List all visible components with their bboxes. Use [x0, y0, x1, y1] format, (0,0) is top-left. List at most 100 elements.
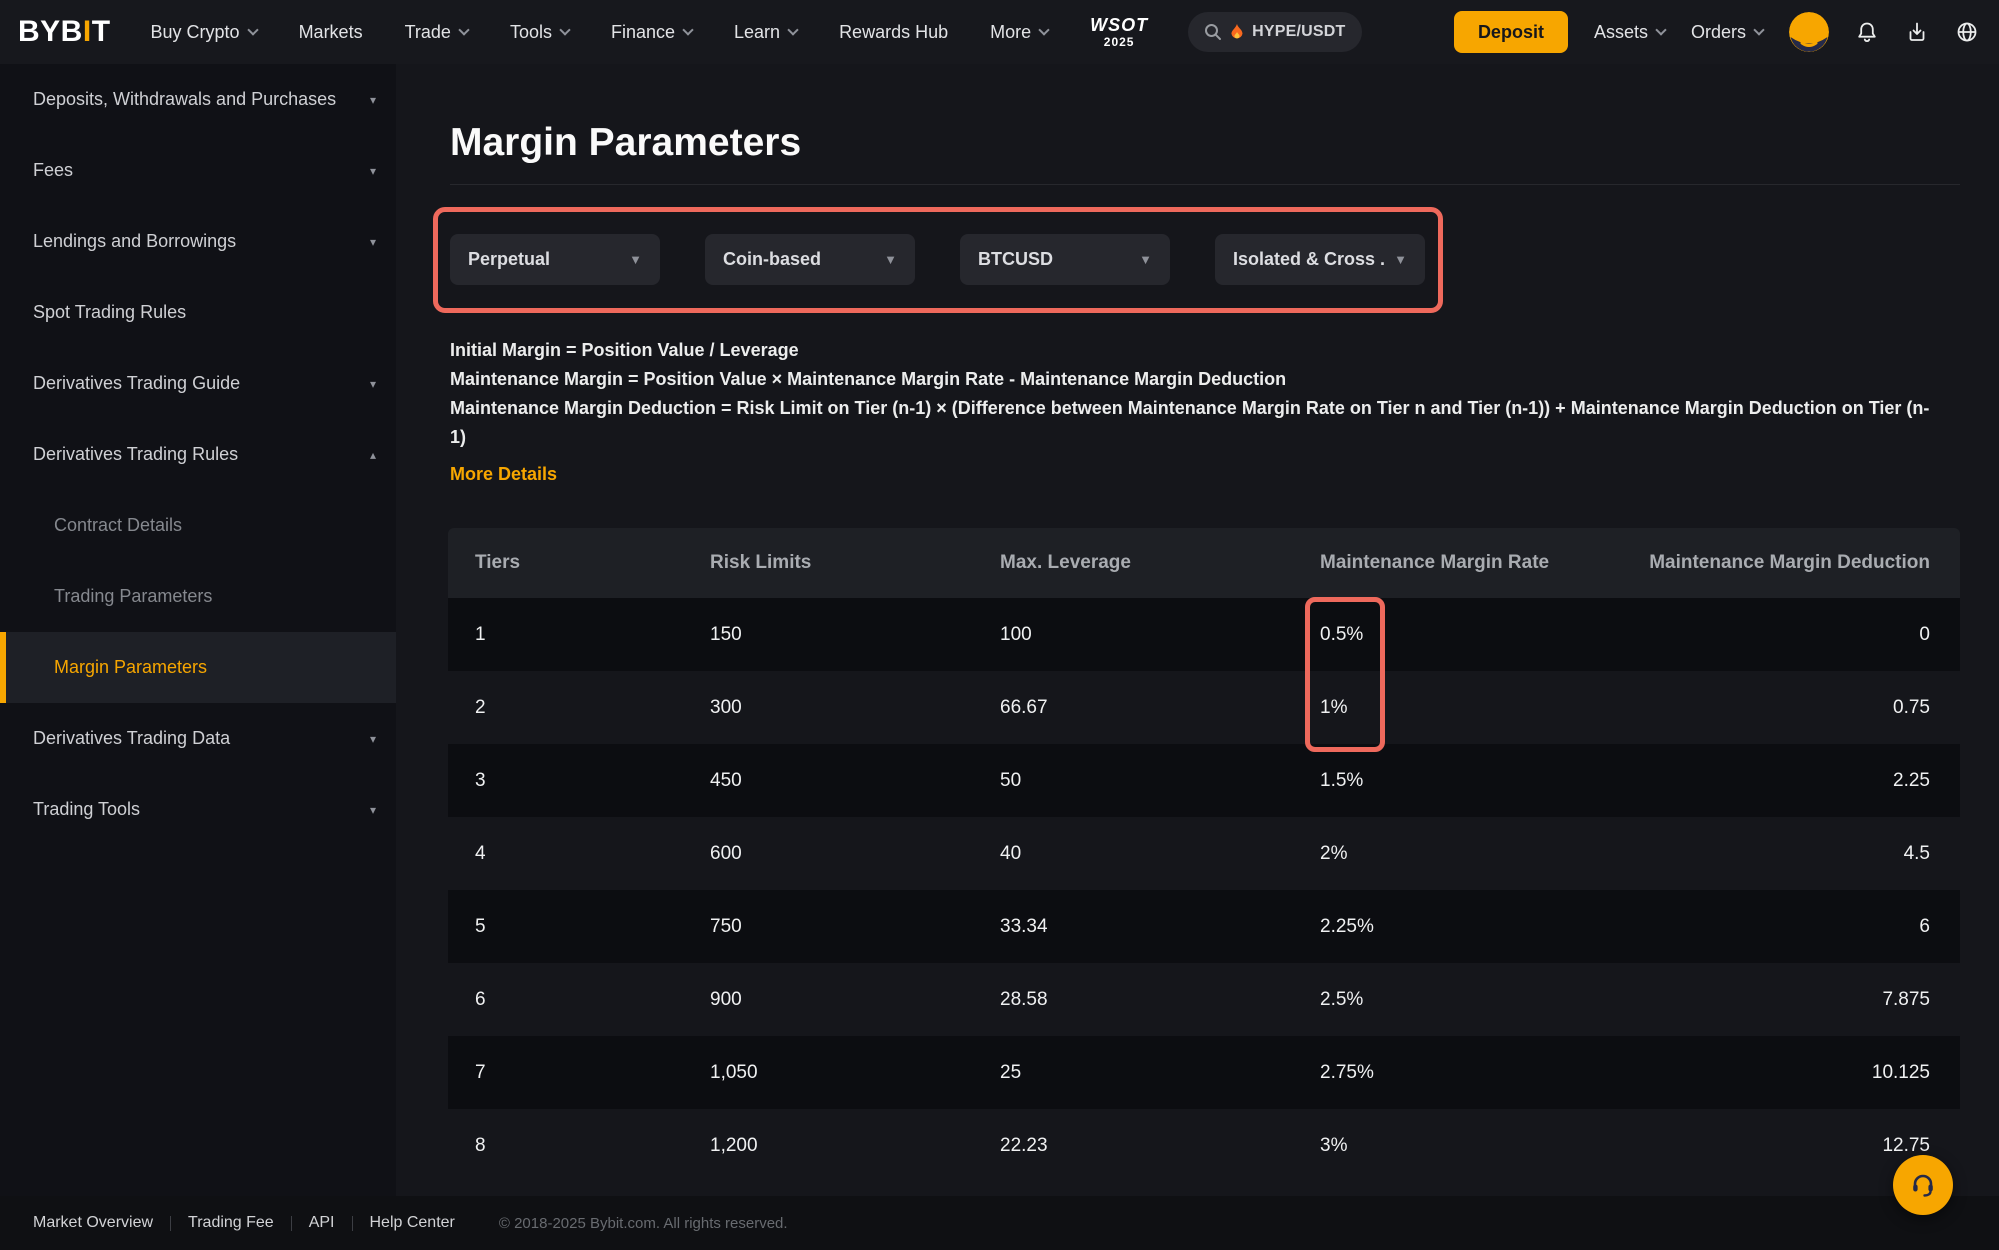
- cell-max-leverage: 33.34: [1000, 916, 1048, 938]
- cell-tier: 4: [475, 843, 486, 865]
- globe-icon: [1955, 20, 1979, 44]
- dropdown-settlement-type[interactable]: Coin-based ▼: [705, 234, 915, 285]
- table-row: 8 1,200 22.23 3% 12.75: [448, 1109, 1960, 1182]
- table-row: 2 300 66.67 1% 0.75: [448, 671, 1960, 744]
- formula-maintenance-margin: Maintenance Margin = Position Value × Ma…: [450, 365, 1929, 394]
- nav-item-rewards-hub[interactable]: Rewards Hub: [839, 22, 948, 43]
- formula-maintenance-margin-deduction: Maintenance Margin Deduction = Risk Limi…: [450, 394, 1929, 423]
- cell-risk-limit: 450: [710, 770, 742, 792]
- bybit-logo[interactable]: BYBIT: [18, 15, 111, 49]
- cell-mm-rate: 0.5%: [1320, 624, 1363, 646]
- cell-tier: 1: [475, 624, 486, 646]
- footer-divider: [352, 1216, 353, 1231]
- footer-link-api[interactable]: API: [309, 1214, 335, 1232]
- notifications-button[interactable]: [1855, 20, 1879, 44]
- dropdown-contract-symbol[interactable]: BTCUSD ▼: [960, 234, 1170, 285]
- sidebar-item-trading-tools[interactable]: Trading Tools▾: [0, 774, 396, 845]
- chevron-down-icon: [247, 24, 258, 35]
- sidebar-item-spot-trading-rules[interactable]: Spot Trading Rules: [0, 277, 396, 348]
- cell-mm-deduction: 4.5: [1904, 843, 1930, 865]
- sidebar-item-margin-parameters[interactable]: Margin Parameters: [0, 632, 396, 703]
- logo-text: BYB: [18, 15, 83, 49]
- sidebar-item-trading-parameters[interactable]: Trading Parameters: [0, 561, 396, 632]
- headset-icon: [1908, 1170, 1938, 1200]
- dropdown-margin-mode[interactable]: Isolated & Cross ... ▼: [1215, 234, 1425, 285]
- chevron-down-icon: [1655, 24, 1666, 35]
- cell-max-leverage: 22.23: [1000, 1135, 1048, 1157]
- cell-mm-rate: 1.5%: [1320, 770, 1363, 792]
- cell-mm-deduction: 10.125: [1872, 1062, 1930, 1084]
- col-header-mm-deduction: Maintenance Margin Deduction: [1649, 552, 1930, 574]
- chevron-down-icon: ▾: [370, 732, 376, 746]
- chevron-down-icon: [682, 24, 693, 35]
- nav-item-more[interactable]: More: [990, 22, 1048, 43]
- table-row: 3 450 50 1.5% 2.25: [448, 744, 1960, 817]
- download-icon: [1905, 20, 1929, 44]
- chevron-down-icon: [1753, 24, 1764, 35]
- orders-menu[interactable]: Orders: [1691, 22, 1763, 43]
- page-title: Margin Parameters: [450, 121, 801, 165]
- cell-max-leverage: 50: [1000, 770, 1021, 792]
- language-button[interactable]: [1955, 20, 1979, 44]
- cell-risk-limit: 150: [710, 624, 742, 646]
- cell-risk-limit: 750: [710, 916, 742, 938]
- wsot-2025-logo[interactable]: WSOT 2025: [1090, 16, 1148, 48]
- sidebar-item-contract-details[interactable]: Contract Details: [0, 490, 396, 561]
- dropdown-arrow-icon: ▼: [1384, 252, 1407, 267]
- cell-mm-rate: 2%: [1320, 843, 1347, 865]
- deposit-button[interactable]: Deposit: [1454, 11, 1568, 53]
- sidebar-item-lendings-borrowings[interactable]: Lendings and Borrowings▾: [0, 206, 396, 277]
- nav-item-trade[interactable]: Trade: [405, 22, 468, 43]
- chevron-down-icon: ▾: [370, 803, 376, 817]
- search-input[interactable]: HYPE/USDT: [1188, 12, 1361, 52]
- sidebar-item-fees[interactable]: Fees▾: [0, 135, 396, 206]
- footer-link-help-center[interactable]: Help Center: [370, 1214, 455, 1232]
- search-icon: [1204, 23, 1222, 41]
- dropdown-product-type[interactable]: Perpetual ▼: [450, 234, 660, 285]
- search-query: HYPE/USDT: [1252, 23, 1345, 41]
- cell-risk-limit: 600: [710, 843, 742, 865]
- nav-item-markets[interactable]: Markets: [299, 22, 363, 43]
- nav-item-tools[interactable]: Tools: [510, 22, 569, 43]
- col-header-risk-limits: Risk Limits: [710, 552, 811, 574]
- cell-mm-deduction: 0.75: [1893, 697, 1930, 719]
- chevron-down-icon: ▾: [370, 377, 376, 391]
- footer-link-trading-fee[interactable]: Trading Fee: [188, 1214, 274, 1232]
- sidebar-item-deposits-withdrawals[interactable]: Deposits, Withdrawals and Purchases▾: [0, 64, 396, 135]
- formula-block: Initial Margin = Position Value / Levera…: [450, 336, 1929, 489]
- cell-mm-deduction: 7.875: [1882, 989, 1930, 1011]
- col-header-max-leverage: Max. Leverage: [1000, 552, 1131, 574]
- sidebar-item-derivatives-trading-guide[interactable]: Derivatives Trading Guide▾: [0, 348, 396, 419]
- assets-menu[interactable]: Assets: [1594, 22, 1665, 43]
- cell-max-leverage: 66.67: [1000, 697, 1048, 719]
- nav-item-finance[interactable]: Finance: [611, 22, 692, 43]
- cell-risk-limit: 1,050: [710, 1062, 758, 1084]
- nav-item-buy-crypto[interactable]: Buy Crypto: [151, 22, 257, 43]
- col-header-tiers: Tiers: [475, 552, 520, 574]
- more-details-link[interactable]: More Details: [450, 460, 557, 489]
- logo-text-2: T: [92, 15, 111, 49]
- footer-link-market-overview[interactable]: Market Overview: [33, 1214, 153, 1232]
- nav-item-learn[interactable]: Learn: [734, 22, 797, 43]
- table-row: 5 750 33.34 2.25% 6: [448, 890, 1960, 963]
- chevron-up-icon: ▴: [370, 448, 376, 462]
- cell-mm-rate: 2.5%: [1320, 989, 1363, 1011]
- table-row: 6 900 28.58 2.5% 7.875: [448, 963, 1960, 1036]
- title-divider: [450, 184, 1960, 185]
- primary-nav: Buy Crypto Markets Trade Tools Finance L…: [151, 22, 1049, 43]
- cell-tier: 6: [475, 989, 486, 1011]
- cell-max-leverage: 100: [1000, 624, 1032, 646]
- sidebar: Deposits, Withdrawals and Purchases▾ Fee…: [0, 64, 396, 1196]
- chevron-down-icon: ▾: [370, 235, 376, 249]
- sidebar-item-derivatives-trading-data[interactable]: Derivatives Trading Data▾: [0, 703, 396, 774]
- avatar[interactable]: [1789, 12, 1829, 52]
- formula-initial-margin: Initial Margin = Position Value / Levera…: [450, 336, 1929, 365]
- download-app-button[interactable]: [1905, 20, 1929, 44]
- support-chat-button[interactable]: [1893, 1155, 1953, 1215]
- footer-divider: [291, 1216, 292, 1231]
- dropdown-arrow-icon: ▼: [1129, 252, 1152, 267]
- cell-max-leverage: 28.58: [1000, 989, 1048, 1011]
- sidebar-item-derivatives-trading-rules[interactable]: Derivatives Trading Rules▴: [0, 419, 396, 490]
- cell-mm-rate: 2.25%: [1320, 916, 1374, 938]
- chevron-down-icon: ▾: [370, 164, 376, 178]
